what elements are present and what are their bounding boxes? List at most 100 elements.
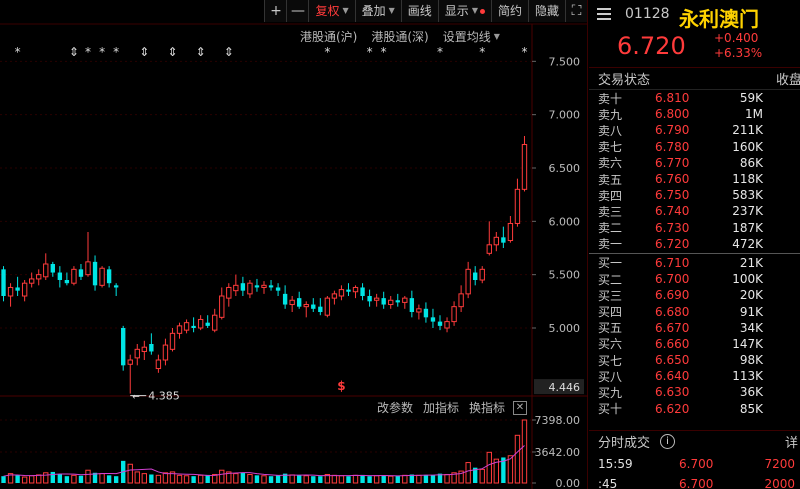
fuquan-dropdown[interactable]: 复权 ▼ — [308, 0, 355, 22]
candle-body — [521, 144, 528, 190]
detail-button[interactable]: 详 — [785, 432, 798, 451]
ask-row[interactable]: 卖六 6.770 86K — [589, 155, 800, 171]
swap-indicator-button[interactable]: 换指标 — [469, 399, 505, 416]
ask-row[interactable]: 卖十 6.810 59K — [589, 90, 800, 106]
tab-ma-settings[interactable]: 设置均线 ▼ — [443, 28, 500, 45]
candle-body — [191, 325, 196, 328]
low-price-label: 4.385 — [148, 390, 180, 403]
level-price: 6.800 — [655, 107, 690, 122]
candle-body — [261, 284, 267, 288]
overlay-dropdown[interactable]: 叠加 ▼ — [354, 0, 401, 22]
candle-body — [360, 287, 365, 296]
candle-body — [303, 304, 309, 308]
level-price: 6.680 — [655, 304, 690, 319]
ask-row[interactable]: 卖五 6.760 118K — [589, 171, 800, 187]
level-label: 买八 — [598, 369, 623, 384]
volume-bar — [78, 475, 84, 483]
candle-body — [458, 293, 464, 308]
bid-row[interactable]: 买四 6.680 91K — [589, 303, 800, 320]
candle-body — [141, 346, 148, 352]
edit-params-button[interactable]: 改参数 — [377, 399, 413, 416]
candle-body — [85, 261, 91, 276]
ask-row[interactable]: 卖九 6.800 1M — [589, 106, 800, 122]
bid-row[interactable]: 买十 6.620 85K — [589, 401, 800, 417]
volume-bar — [36, 474, 42, 484]
volume-bar — [346, 476, 351, 483]
level-price: 6.690 — [655, 288, 690, 303]
bid-row[interactable]: 买五 6.670 34K — [589, 320, 800, 336]
zoom-out-button[interactable]: — — [286, 0, 309, 22]
hide-button[interactable]: 隐藏 — [527, 0, 565, 22]
ask-row[interactable]: 卖八 6.790 211K — [589, 122, 800, 138]
candle-body — [501, 237, 506, 243]
level-price: 6.660 — [655, 336, 690, 351]
event-marker-icon: * — [367, 45, 373, 59]
level-label: 买一 — [598, 256, 623, 271]
volume-bar — [219, 469, 225, 484]
candle-body — [479, 268, 485, 281]
tab-label: 设置均线 — [442, 30, 491, 44]
level-price: 6.720 — [655, 236, 690, 251]
candle-body — [99, 267, 105, 286]
level-label: 买七 — [598, 353, 623, 368]
chart-area[interactable]: + — 复权 ▼ 叠加 ▼ 画线 显示 ▼ 简约 隐藏 ⛶ 港股通(沪) 港股通… — [0, 0, 588, 489]
level-label: 卖六 — [598, 156, 623, 171]
volume-bar — [289, 474, 295, 484]
candle-body — [247, 282, 253, 295]
event-marker-icon: ⇕ — [196, 45, 206, 59]
event-marker-icon: * — [113, 45, 119, 59]
volume-bar — [85, 469, 91, 484]
display-dropdown[interactable]: 显示 ▼ — [437, 0, 491, 22]
candle-body — [311, 304, 316, 309]
bid-row[interactable]: 买六 6.660 147K — [589, 336, 800, 352]
volume-bar — [275, 475, 281, 483]
tick-price: 6.700 — [679, 477, 714, 489]
level-qty: 211K — [732, 123, 763, 138]
candle-body — [149, 344, 154, 352]
candle-body — [183, 322, 190, 331]
bid-row[interactable]: 买九 6.630 36K — [589, 384, 800, 400]
close-icon[interactable]: ✕ — [513, 400, 527, 415]
volume-bar — [395, 475, 400, 483]
volume-bar — [127, 463, 133, 484]
bid-row[interactable]: 买一 6.710 21K — [589, 255, 800, 271]
level-qty: 1M — [745, 107, 763, 122]
event-marker-icon: ⇕ — [167, 45, 177, 59]
fuquan-label: 复权 — [315, 4, 340, 18]
candle-body — [212, 314, 218, 331]
menu-icon[interactable] — [597, 8, 611, 23]
change-value: +0.400 — [714, 31, 759, 45]
level-label: 买五 — [598, 321, 623, 336]
add-indicator-button[interactable]: 加指标 — [423, 399, 459, 416]
ask-row[interactable]: 卖四 6.750 583K — [589, 187, 800, 203]
level-qty: 118K — [732, 172, 763, 187]
ask-row[interactable]: 卖三 6.740 237K — [589, 203, 800, 219]
tick-row: 15:59 6.700 7200 — [589, 455, 800, 473]
simple-mode-button[interactable]: 简约 — [490, 0, 528, 22]
tab-hk-connect-sz[interactable]: 港股通(深) — [371, 28, 428, 45]
draw-line-button[interactable]: 画线 — [400, 0, 438, 22]
bid-row[interactable]: 买八 6.640 113K — [589, 368, 800, 384]
level-qty: 187K — [732, 220, 763, 235]
bid-row[interactable]: 买三 6.690 20K — [589, 287, 800, 303]
bid-row[interactable]: 买七 6.650 98K — [589, 352, 800, 368]
volume-bar — [113, 476, 119, 483]
event-marker-icon: * — [437, 45, 443, 59]
volume-bar — [458, 470, 464, 484]
orderbook-title: 交易状态 — [598, 73, 651, 88]
bid-row[interactable]: 买二 6.700 100K — [589, 271, 800, 287]
tab-hk-connect-sh[interactable]: 港股通(沪) — [300, 28, 357, 45]
volume-bar — [324, 473, 331, 484]
candle-body — [15, 287, 20, 291]
ask-row[interactable]: 卖一 6.720 472K — [589, 236, 800, 252]
ask-row[interactable]: 卖七 6.780 160K — [589, 139, 800, 155]
candle-body — [409, 298, 415, 312]
info-icon[interactable]: i — [660, 434, 676, 449]
volume-bar — [514, 434, 521, 484]
volume-ma-line — [3, 445, 525, 477]
candle-body — [205, 322, 210, 326]
fullscreen-button[interactable]: ⛶ — [565, 0, 587, 22]
volume-bar — [15, 475, 20, 483]
zoom-in-button[interactable]: + — [264, 0, 287, 22]
ask-row[interactable]: 卖二 6.730 187K — [589, 220, 800, 236]
